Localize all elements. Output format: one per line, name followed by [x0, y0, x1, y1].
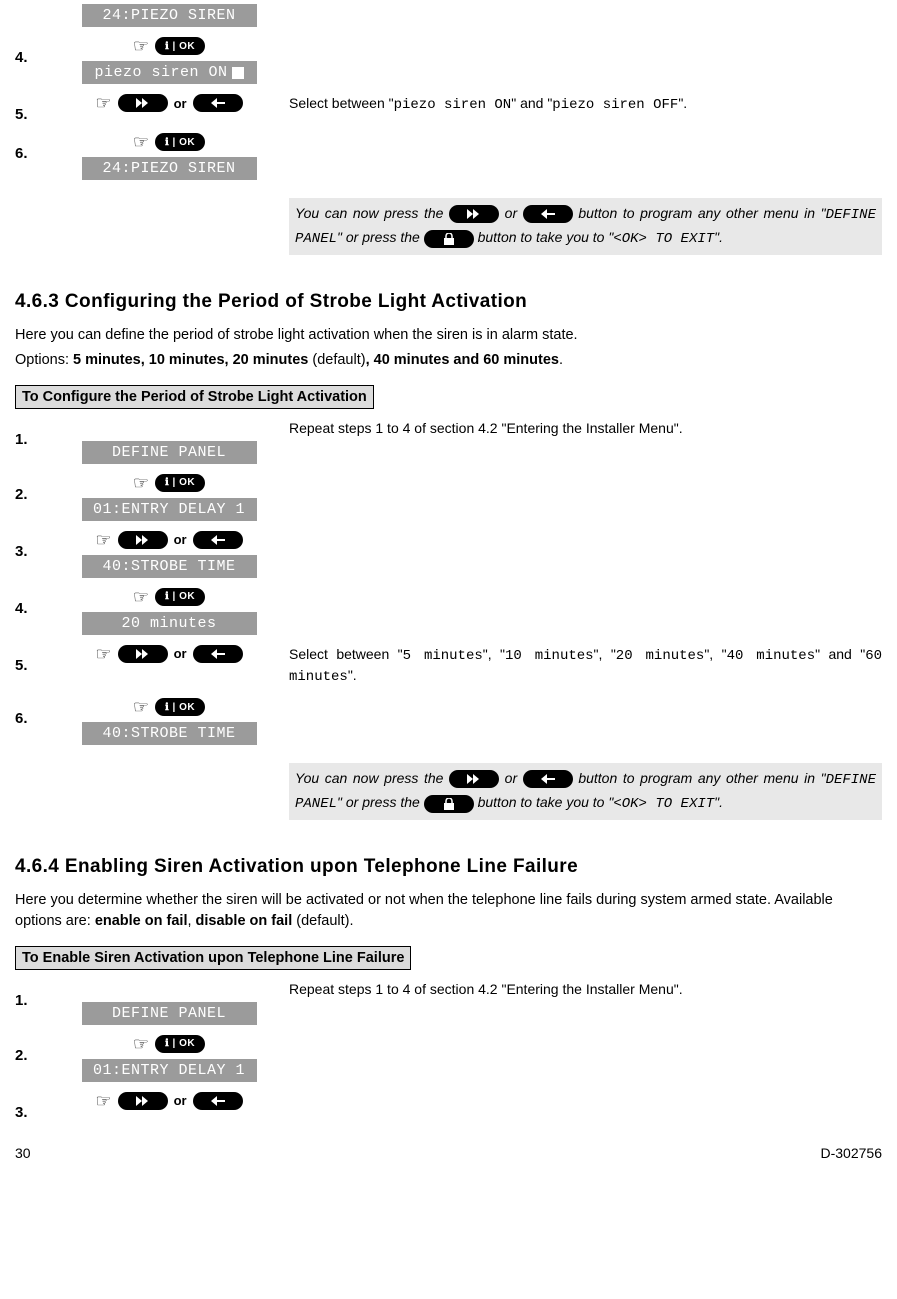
- back-button[interactable]: [193, 94, 243, 112]
- procedure-header: To Configure the Period of Strobe Light …: [15, 385, 374, 409]
- page-number: 30: [15, 1145, 31, 1161]
- step-number: 2.: [15, 472, 49, 503]
- back-button[interactable]: [523, 770, 573, 788]
- info-ok-button[interactable]: ℹ | OK: [155, 474, 205, 492]
- step-description: Select between "5 minutes", "10 minutes"…: [289, 643, 882, 688]
- back-button[interactable]: [193, 645, 243, 663]
- intro-text: Here you determine whether the siren wil…: [15, 890, 882, 932]
- step-description: Repeat steps 1 to 4 of section 4.2 "Ente…: [289, 978, 882, 1000]
- step-number: 6.: [15, 696, 49, 727]
- back-button[interactable]: [193, 531, 243, 549]
- lock-button[interactable]: [424, 230, 474, 248]
- lcd-display: 01:ENTRY DELAY 1: [82, 1059, 257, 1082]
- point-hand-icon: ☞: [133, 133, 149, 151]
- lcd-display: DEFINE PANEL: [82, 1002, 257, 1025]
- lcd-display: 40:STROBE TIME: [82, 555, 257, 578]
- forward-button[interactable]: [118, 94, 168, 112]
- step-number: 1.: [15, 978, 49, 1009]
- forward-button[interactable]: [449, 770, 499, 788]
- step-number: 5.: [15, 643, 49, 674]
- note-box: You can now press the or button to progr…: [289, 198, 882, 255]
- info-ok-button[interactable]: ℹ | OK: [155, 698, 205, 716]
- forward-button[interactable]: [118, 531, 168, 549]
- lcd-display: 24:PIEZO SIREN: [82, 157, 257, 180]
- intro-text: Options: 5 minutes, 10 minutes, 20 minut…: [15, 350, 882, 371]
- lock-button[interactable]: [424, 795, 474, 813]
- lcd-display: piezo siren ON: [82, 61, 257, 84]
- or-label: or: [174, 646, 187, 661]
- step-number: 6.: [15, 131, 49, 162]
- lcd-display: 20 minutes: [82, 612, 257, 635]
- point-hand-icon: ☞: [133, 1035, 149, 1053]
- step-description: Select between "piezo siren ON" and "pie…: [289, 92, 882, 116]
- note-box: You can now press the or button to progr…: [289, 763, 882, 820]
- point-hand-icon: ☞: [95, 1092, 111, 1110]
- step-number: 5.: [15, 92, 49, 123]
- point-hand-icon: ☞: [133, 474, 149, 492]
- forward-button[interactable]: [449, 205, 499, 223]
- back-button[interactable]: [523, 205, 573, 223]
- lcd-display: 24:PIEZO SIREN: [82, 4, 257, 27]
- back-button[interactable]: [193, 1092, 243, 1110]
- section-heading: 4.6.4 Enabling Siren Activation upon Tel…: [15, 856, 882, 878]
- intro-text: Here you can define the period of strobe…: [15, 325, 882, 346]
- lcd-display: DEFINE PANEL: [82, 441, 257, 464]
- step-number: 4.: [15, 35, 49, 66]
- step-number: 3.: [15, 1090, 49, 1121]
- step-description: Repeat steps 1 to 4 of section 4.2 "Ente…: [289, 417, 882, 439]
- document-id: D-302756: [821, 1145, 883, 1161]
- step-number: 1.: [15, 417, 49, 448]
- step-number: 2.: [15, 1033, 49, 1064]
- or-label: or: [174, 96, 187, 111]
- or-label: or: [174, 532, 187, 547]
- info-ok-button[interactable]: ℹ | OK: [155, 133, 205, 151]
- info-ok-button[interactable]: ℹ | OK: [155, 588, 205, 606]
- info-ok-button[interactable]: ℹ | OK: [155, 37, 205, 55]
- point-hand-icon: ☞: [133, 37, 149, 55]
- info-ok-button[interactable]: ℹ | OK: [155, 1035, 205, 1053]
- step-number: 4.: [15, 586, 49, 617]
- forward-button[interactable]: [118, 1092, 168, 1110]
- point-hand-icon: ☞: [95, 94, 111, 112]
- step-number: 3.: [15, 529, 49, 560]
- or-label: or: [174, 1093, 187, 1108]
- point-hand-icon: ☞: [133, 698, 149, 716]
- forward-button[interactable]: [118, 645, 168, 663]
- procedure-header: To Enable Siren Activation upon Telephon…: [15, 946, 411, 970]
- section-heading: 4.6.3 Configuring the Period of Strobe L…: [15, 291, 882, 313]
- point-hand-icon: ☞: [95, 531, 111, 549]
- cursor-icon: [232, 67, 244, 79]
- lcd-display: 40:STROBE TIME: [82, 722, 257, 745]
- point-hand-icon: ☞: [133, 588, 149, 606]
- point-hand-icon: ☞: [95, 645, 111, 663]
- lcd-display: 01:ENTRY DELAY 1: [82, 498, 257, 521]
